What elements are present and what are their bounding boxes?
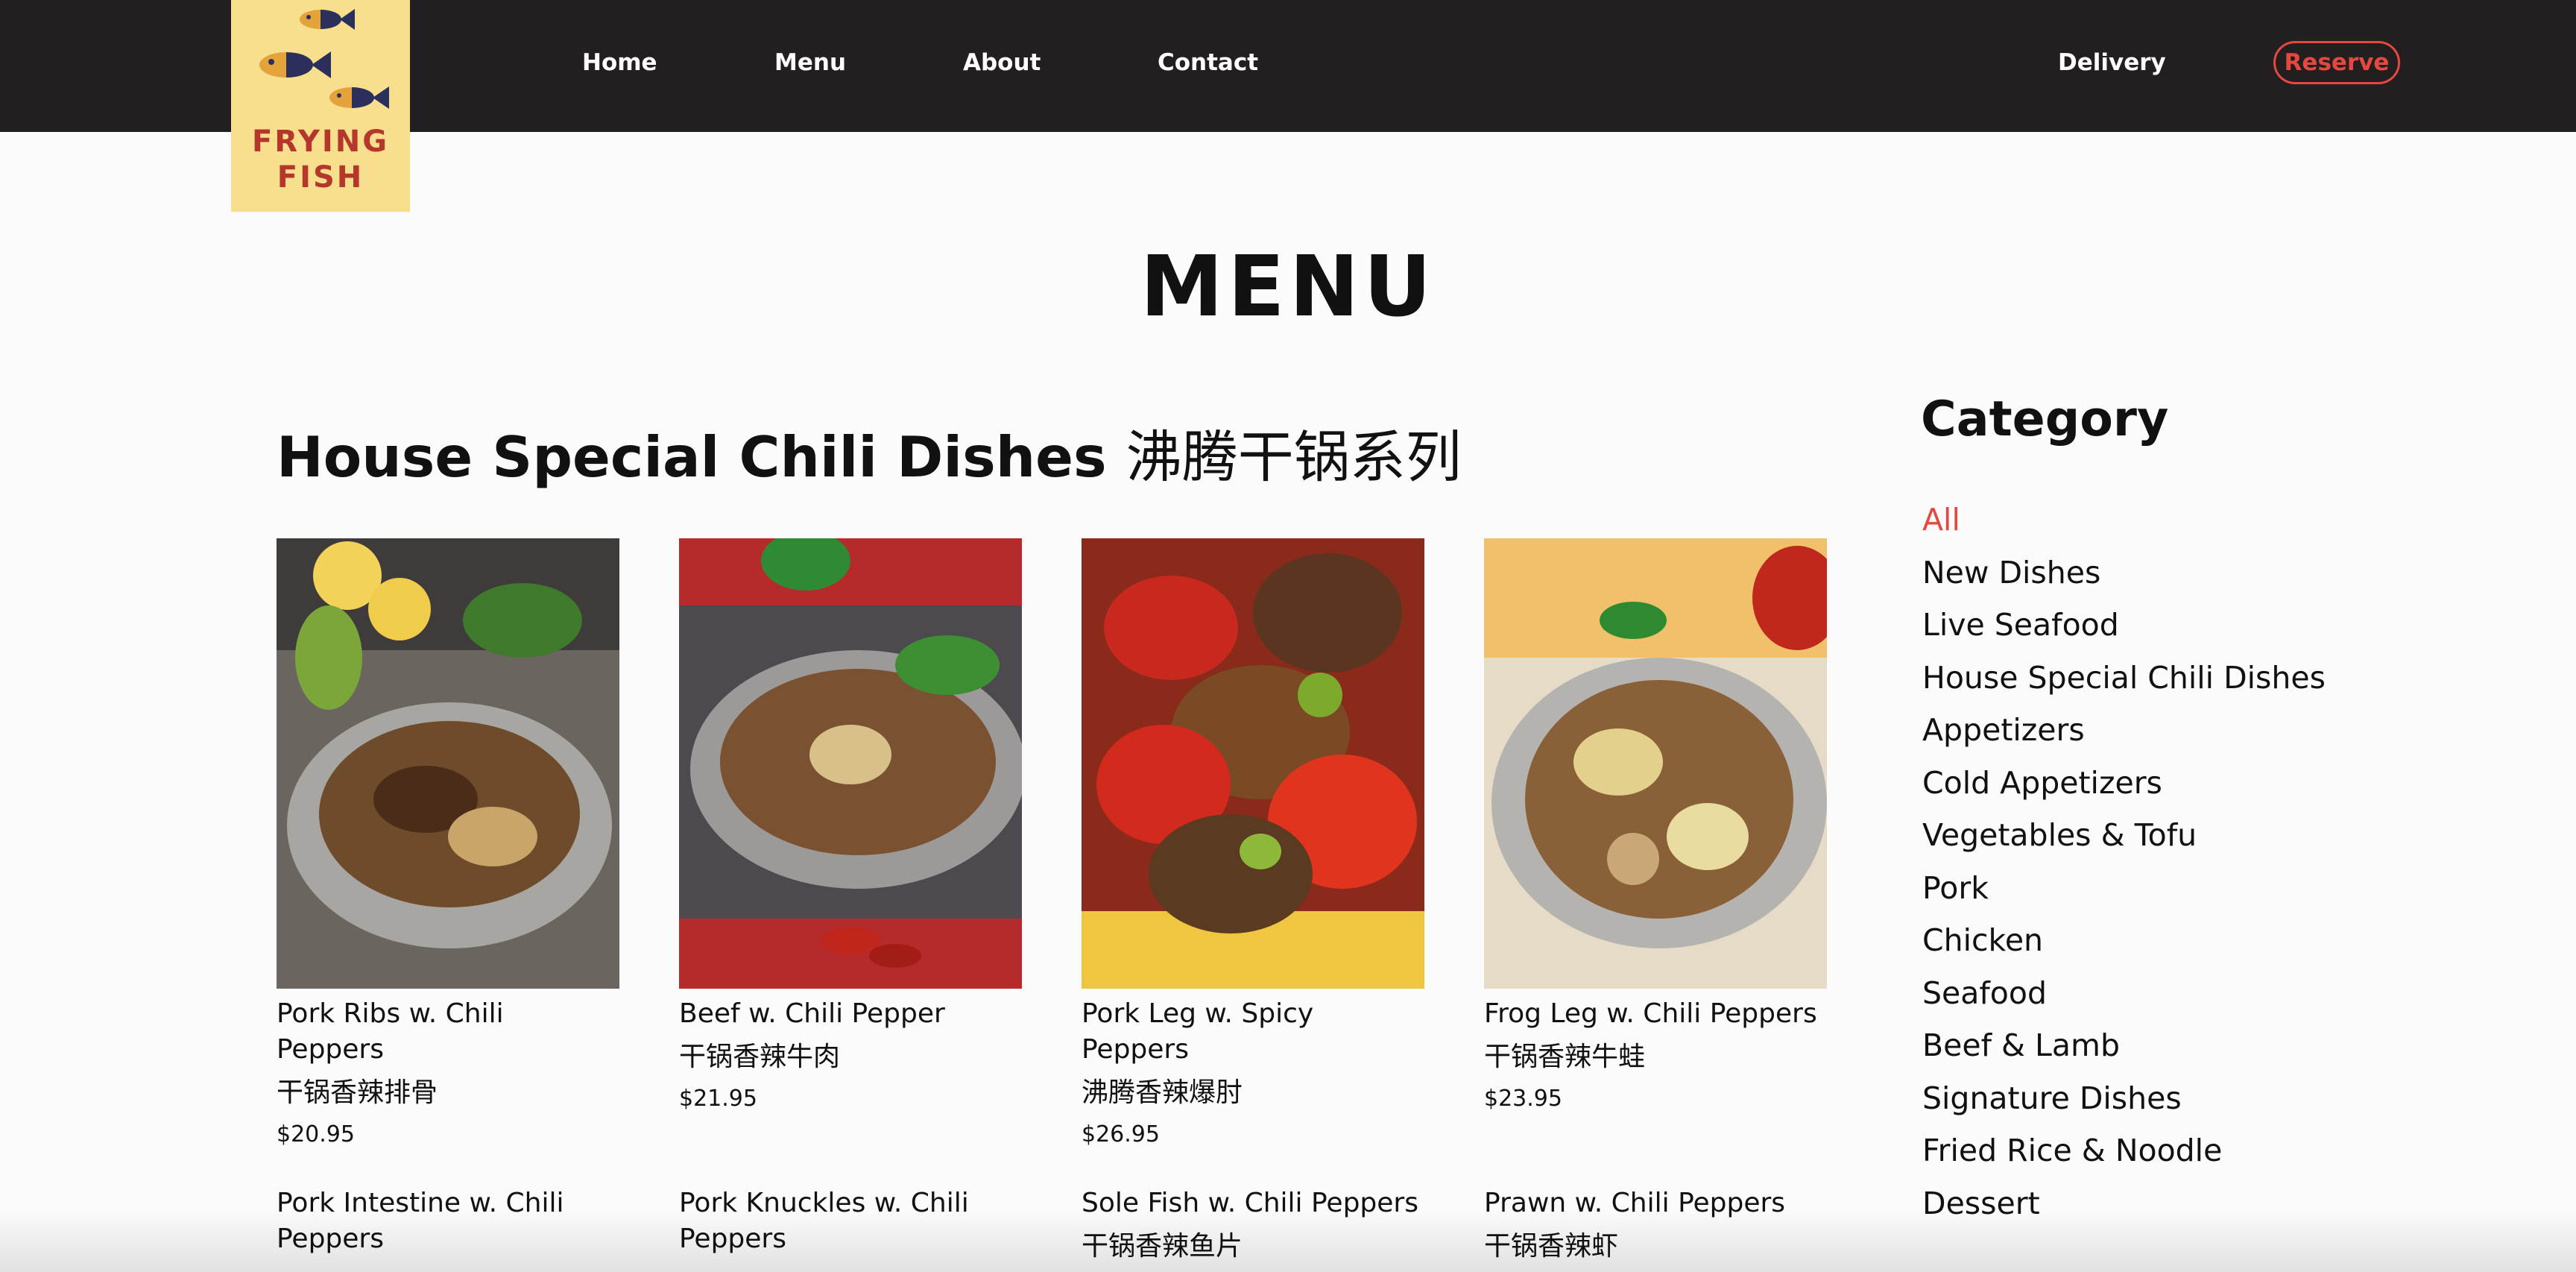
dish-name: Prawn w. Chili Peppers xyxy=(1484,1188,1786,1218)
dish-name: Sole Fish w. Chili Peppers xyxy=(1082,1188,1418,1218)
dish-card-frog-leg[interactable]: Frog Leg w. Chili Peppers 干锅香辣牛蛙 $23.95 xyxy=(1484,538,1827,1112)
dish-card-pork-leg[interactable]: Pork Leg w. Spicy Peppers 沸腾香辣爆肘 $26.95 xyxy=(1082,538,1424,1147)
frying-fish-logo[interactable]: FRYING FISH xyxy=(231,0,410,212)
category-item-seafood[interactable]: Seafood xyxy=(1922,972,2326,1024)
category-item-dessert[interactable]: Dessert xyxy=(1922,1182,2326,1235)
dish-name-zh: 干锅香辣虾 xyxy=(1484,1231,1619,1262)
dish-name-zh: 干锅香辣排骨 xyxy=(277,1077,438,1108)
dish-price: $21.95 xyxy=(679,1086,757,1112)
dish-photo xyxy=(1082,538,1424,989)
category-item-signature-dishes[interactable]: Signature Dishes xyxy=(1922,1077,2326,1130)
dish-photo xyxy=(277,538,619,989)
dish-card-pork-intestine[interactable]: Pork Intestine w. Chili Peppers xyxy=(277,1186,619,1257)
nav-contact[interactable]: Contact xyxy=(1158,49,1258,76)
category-item-fried-rice-noodle[interactable]: Fried Rice & Noodle xyxy=(1922,1129,2326,1182)
dish-name: Pork Intestine w. Chili Peppers xyxy=(277,1188,564,1254)
fish-icon xyxy=(259,51,331,78)
dish-name: Frog Leg w. Chili Peppers xyxy=(1484,998,1817,1029)
category-item-pork[interactable]: Pork xyxy=(1922,866,2326,919)
section-title: House Special Chili Dishes 沸腾干锅系列 xyxy=(277,412,1462,493)
dish-name: Beef w. Chili Pepper xyxy=(679,998,945,1029)
dish-name-zh: 沸腾香辣爆肘 xyxy=(1082,1077,1243,1108)
dish-card-pork-knuckles[interactable]: Pork Knuckles w. Chili Peppers xyxy=(679,1186,1022,1257)
dish-card-beef[interactable]: Beef w. Chili Pepper 干锅香辣牛肉 $21.95 xyxy=(679,538,1022,1112)
dish-name: Pork Leg w. Spicy Peppers xyxy=(1082,998,1314,1065)
dish-card-pork-ribs[interactable]: Pork Ribs w. Chili Peppers 干锅香辣排骨 $20.95 xyxy=(277,538,619,1147)
dish-name-zh: 干锅香辣牛肉 xyxy=(679,1042,841,1072)
reserve-button[interactable]: Reserve xyxy=(2273,41,2400,84)
category-list: All New Dishes Live Seafood House Specia… xyxy=(1922,498,2326,1234)
dish-price: $26.95 xyxy=(1082,1121,1160,1147)
dish-photo xyxy=(679,538,1022,989)
dish-name: Pork Ribs w. Chili Peppers xyxy=(277,998,504,1065)
category-item-live-seafood[interactable]: Live Seafood xyxy=(1922,603,2326,656)
nav-about[interactable]: About xyxy=(963,49,1041,76)
category-item-beef-lamb[interactable]: Beef & Lamb xyxy=(1922,1024,2326,1077)
fish-icon xyxy=(329,86,389,109)
category-item-cold-appetizers[interactable]: Cold Appetizers xyxy=(1922,761,2326,814)
category-item-vegetables-tofu[interactable]: Vegetables & Tofu xyxy=(1922,813,2326,866)
dish-name-zh: 干锅香辣牛蛙 xyxy=(1484,1042,1646,1072)
dish-name: Pork Knuckles w. Chili Peppers xyxy=(679,1188,969,1254)
category-item-chicken[interactable]: Chicken xyxy=(1922,919,2326,972)
dish-photo xyxy=(1484,538,1827,989)
logo-text-line2: FISH xyxy=(277,160,364,195)
category-item-all[interactable]: All xyxy=(1922,498,2326,551)
dish-price: $20.95 xyxy=(277,1121,355,1147)
logo-text-line1: FRYING xyxy=(251,125,390,159)
category-item-appetizers[interactable]: Appetizers xyxy=(1922,708,2326,761)
category-title: Category xyxy=(1921,391,2169,447)
category-item-house-special-chili-dishes[interactable]: House Special Chili Dishes xyxy=(1922,656,2326,709)
section-title-zh: 沸腾干锅系列 xyxy=(1126,424,1462,490)
dish-card-prawn[interactable]: Prawn w. Chili Peppers 干锅香辣虾 xyxy=(1484,1186,1827,1265)
nav-menu[interactable]: Menu xyxy=(774,49,846,76)
nav-delivery[interactable]: Delivery xyxy=(2058,49,2166,76)
dish-price: $23.95 xyxy=(1484,1086,1562,1112)
dish-card-sole-fish[interactable]: Sole Fish w. Chili Peppers 干锅香辣鱼片 xyxy=(1082,1186,1424,1265)
page-title: MENU xyxy=(1140,239,1436,336)
section-title-en: House Special Chili Dishes xyxy=(277,424,1107,490)
dish-name-zh: 干锅香辣鱼片 xyxy=(1082,1231,1243,1262)
fish-icon xyxy=(300,9,355,30)
nav-home[interactable]: Home xyxy=(582,49,657,76)
category-item-new-dishes[interactable]: New Dishes xyxy=(1922,551,2326,604)
